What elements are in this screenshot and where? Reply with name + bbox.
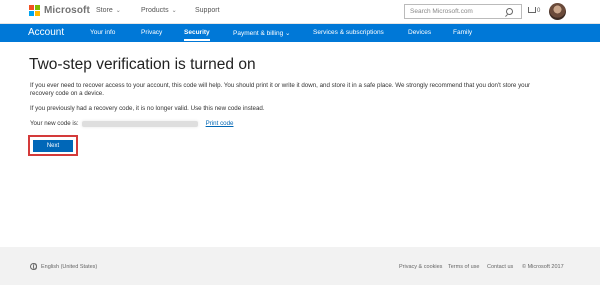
cart-button[interactable]: 0 [528,7,540,14]
footer: English (United States) Privacy & cookie… [0,247,600,285]
top-header: Microsoft Store ⌄ Products ⌄ Support Sea… [0,0,600,24]
cart-icon [528,7,536,13]
recovery-code-line: Your new code is: Print code [30,120,233,127]
next-button-highlight: Next [28,135,78,156]
search-box[interactable]: Search Microsoft.com [404,4,522,19]
tab-privacy[interactable]: Privacy [141,29,162,36]
tab-security[interactable]: Security [184,29,210,41]
tab-your-info[interactable]: Your info [90,29,115,36]
chevron-down-icon: ⌄ [285,30,291,37]
tab-devices[interactable]: Devices [408,29,431,36]
nav-products[interactable]: Products ⌄ [141,7,177,14]
language-label: English (United States) [41,263,98,270]
tab-payment-billing-label: Payment & billing [233,30,284,37]
nav-products-label: Products [141,7,169,14]
footer-link-contact[interactable]: Contact us [487,264,513,270]
nav-support-label: Support [195,7,220,14]
footer-copyright: © Microsoft 2017 [522,264,564,270]
nav-store[interactable]: Store ⌄ [96,7,121,14]
recovery-info-line-2: recovery code on a device. [30,90,104,97]
search-icon[interactable] [506,8,513,15]
microsoft-logo-icon [29,5,40,16]
previous-code-note: If you previously had a recovery code, i… [30,105,265,112]
microsoft-logo[interactable]: Microsoft [29,5,90,16]
account-nav: Account Your info Privacy Security Payme… [0,24,600,42]
chevron-down-icon: ⌄ [115,8,121,14]
search-input[interactable]: Search Microsoft.com [410,8,473,15]
nav-store-label: Store [96,7,113,14]
recovery-info-text: If you ever need to recover access to yo… [30,82,570,98]
globe-icon [30,263,37,270]
print-code-link[interactable]: Print code [206,120,234,127]
tab-services-subscriptions[interactable]: Services & subscriptions [313,29,384,36]
footer-link-terms[interactable]: Terms of use [448,264,479,270]
footer-link-privacy[interactable]: Privacy & cookies [399,264,442,270]
next-button[interactable]: Next [33,140,73,152]
page-title: Two-step verification is turned on [29,56,256,73]
avatar[interactable] [549,3,566,20]
recovery-code-redacted [81,120,198,127]
nav-support[interactable]: Support [195,7,220,14]
account-title[interactable]: Account [28,27,64,38]
tab-payment-billing[interactable]: Payment & billing ⌄ [233,29,291,37]
cart-count: 0 [537,8,541,14]
chevron-down-icon: ⌄ [171,8,177,14]
tab-family[interactable]: Family [453,29,472,36]
brand-name: Microsoft [44,5,90,16]
language-selector[interactable]: English (United States) [30,263,97,270]
recovery-info-line-1: If you ever need to recover access to yo… [30,82,531,89]
code-label: Your new code is: [30,120,79,127]
